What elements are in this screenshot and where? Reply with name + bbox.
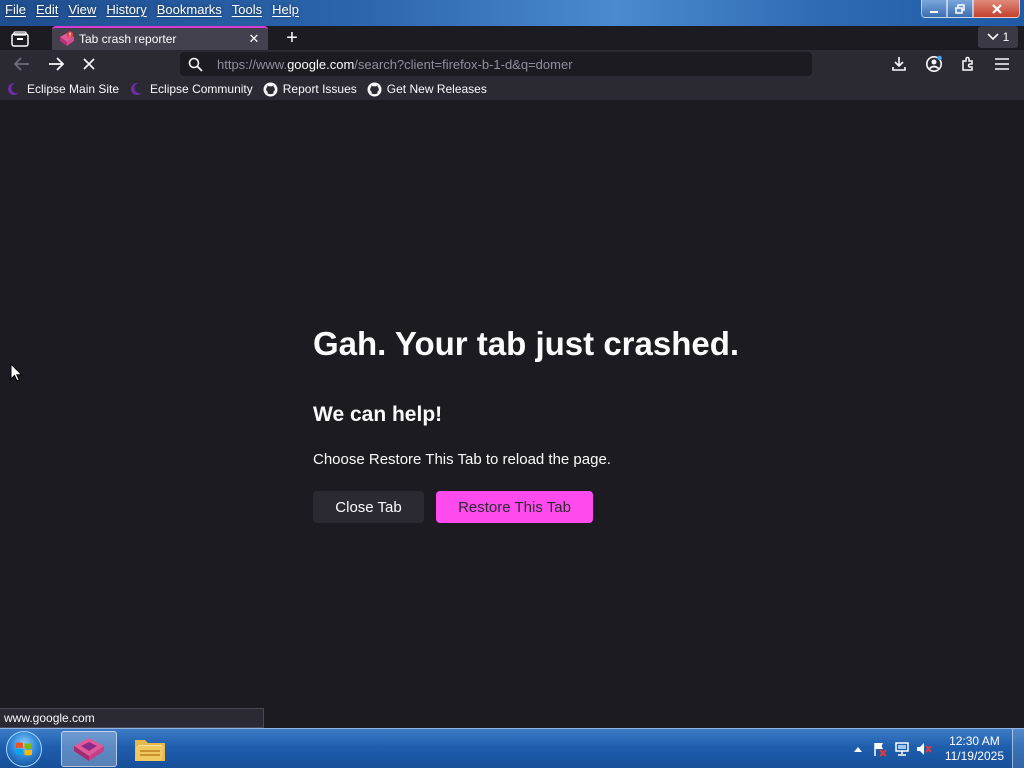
menu-help[interactable]: Help <box>267 0 304 20</box>
github-icon <box>263 82 278 97</box>
minimize-icon <box>930 10 938 13</box>
bookmark-label: Get New Releases <box>386 82 487 96</box>
forward-button[interactable] <box>44 53 68 75</box>
system-tray: 12:30 AM 11/19/2025 <box>847 729 1004 768</box>
flag-warning-icon <box>874 743 887 757</box>
bookmark-get-new-releases[interactable]: Get New Releases <box>367 82 487 97</box>
window-titlebar: File Edit View History Bookmarks Tools H… <box>0 0 1024 26</box>
url-text: https://www.google.com/search?client=fir… <box>217 57 573 72</box>
menu-edit[interactable]: Edit <box>31 0 63 20</box>
clock-date: 11/19/2025 <box>944 749 1004 763</box>
bookmark-label: Eclipse Main Site <box>27 82 120 96</box>
stop-button[interactable] <box>77 53 101 75</box>
restore-button[interactable] <box>947 0 973 18</box>
menu-bar: File Edit View History Bookmarks Tools H… <box>0 0 304 20</box>
back-arrow-icon <box>14 57 29 71</box>
volume-muted-icon <box>916 743 932 755</box>
minimize-button[interactable] <box>921 0 947 18</box>
page-description: Choose Restore This Tab to reload the pa… <box>313 451 611 468</box>
close-tab-button[interactable]: Close Tab <box>313 491 424 523</box>
volume-button[interactable] <box>913 739 935 759</box>
status-url-tooltip: www.google.com <box>0 708 264 728</box>
crashed-tab-icon <box>58 31 76 47</box>
bookmarks-toolbar: Eclipse Main Site Eclipse Community Repo… <box>0 78 1024 100</box>
network-button[interactable] <box>891 739 913 759</box>
taskbar: 12:30 AM 11/19/2025 <box>0 728 1024 768</box>
taskbar-browser-app[interactable] <box>61 731 117 767</box>
search-icon <box>180 57 210 72</box>
menu-bookmarks[interactable]: Bookmarks <box>152 0 227 20</box>
chevron-down-icon <box>987 33 999 41</box>
bookmark-eclipse-main-site[interactable]: Eclipse Main Site <box>6 82 119 96</box>
url-suffix: /search?client=firefox-b-1-d&q=domer <box>354 56 573 72</box>
browser-app-icon <box>74 738 104 761</box>
url-host: google.com <box>287 56 355 72</box>
eclipse-icon <box>6 82 22 96</box>
list-all-tabs-button[interactable]: 1 <box>978 26 1018 48</box>
taskbar-file-explorer[interactable] <box>122 731 178 767</box>
page-title: Gah. Your tab just crashed. <box>313 325 740 362</box>
downloads-button[interactable] <box>887 53 911 75</box>
firefox-view-icon <box>11 31 29 47</box>
new-tab-button[interactable]: + <box>280 26 304 50</box>
hamburger-menu-icon <box>995 58 1009 70</box>
eclipse-icon <box>129 82 145 96</box>
account-icon <box>926 55 942 72</box>
window-controls <box>921 0 1020 18</box>
page-subtitle: We can help! <box>313 403 443 426</box>
puzzle-icon <box>962 56 973 71</box>
clock-time: 12:30 AM <box>949 734 1000 748</box>
bookmark-label: Report Issues <box>282 82 357 96</box>
taskbar-clock[interactable]: 12:30 AM 11/19/2025 <box>945 734 1004 764</box>
forward-arrow-icon <box>49 57 64 71</box>
tab-count: 1 <box>1002 30 1010 44</box>
restore-icon <box>955 3 965 14</box>
show-hidden-icons-button[interactable] <box>847 739 869 759</box>
url-bar[interactable]: https://www.google.com/search?client=fir… <box>180 52 812 76</box>
crash-page: Gah. Your tab just crashed. We can help!… <box>0 100 1024 728</box>
show-desktop-button[interactable] <box>1012 729 1024 768</box>
close-window-button[interactable] <box>973 0 1020 18</box>
tab-crash-reporter[interactable]: Tab crash reporter ✕ <box>52 26 268 50</box>
navigation-toolbar: https://www.google.com/search?client=fir… <box>0 50 1024 78</box>
start-button[interactable] <box>6 731 42 767</box>
bookmark-report-issues[interactable]: Report Issues <box>263 82 357 97</box>
mouse-cursor-icon <box>10 363 23 382</box>
menu-history[interactable]: History <box>101 0 151 20</box>
extensions-button[interactable] <box>956 53 980 75</box>
menu-file[interactable]: File <box>0 0 31 20</box>
close-icon <box>991 3 1002 14</box>
account-button[interactable] <box>922 53 946 75</box>
network-icon <box>895 742 909 756</box>
github-icon <box>367 82 382 97</box>
app-menu-button[interactable] <box>990 53 1014 75</box>
back-button[interactable] <box>10 53 34 75</box>
menu-tools[interactable]: Tools <box>227 0 267 20</box>
tab-strip: Tab crash reporter ✕ + 1 <box>0 26 1024 50</box>
menu-view[interactable]: View <box>63 0 101 20</box>
bookmark-eclipse-community[interactable]: Eclipse Community <box>129 82 253 96</box>
folder-icon <box>135 740 165 761</box>
bookmark-label: Eclipse Community <box>150 82 253 96</box>
stop-icon <box>83 58 95 70</box>
action-center-button[interactable] <box>869 739 891 759</box>
restore-tab-button[interactable]: Restore This Tab <box>436 491 593 523</box>
tab-title: Tab crash reporter <box>79 32 177 46</box>
url-prefix: https://www. <box>217 56 288 72</box>
download-icon <box>892 57 906 71</box>
firefox-view-button[interactable] <box>6 28 34 50</box>
tab-close-button[interactable]: ✕ <box>244 31 264 47</box>
windows-logo-icon <box>16 742 32 756</box>
chevron-up-icon <box>853 747 862 752</box>
